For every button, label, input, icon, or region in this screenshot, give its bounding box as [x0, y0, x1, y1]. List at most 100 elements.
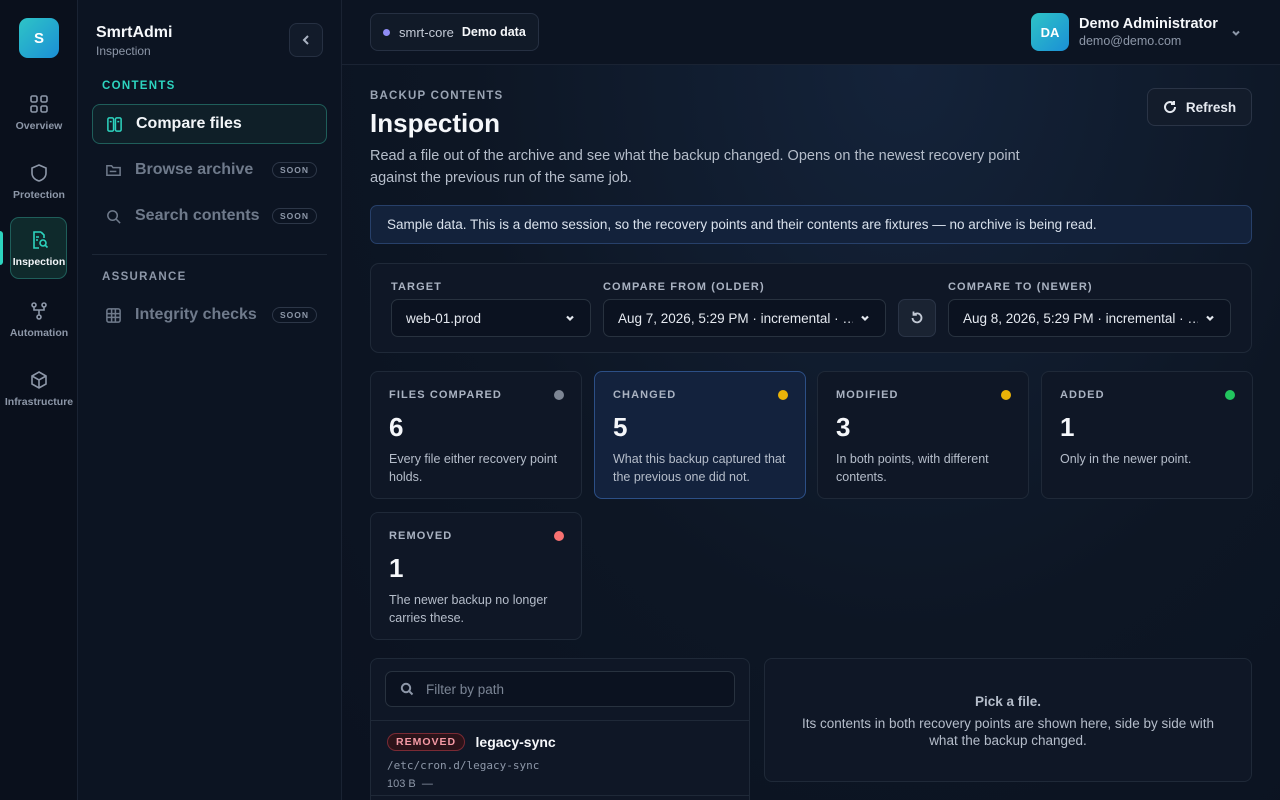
stat-removed[interactable]: REMOVED 1 The newer backup no longer car… — [370, 512, 582, 640]
stat-label: FILES COMPARED — [389, 389, 502, 401]
file-name: legacy-sync — [475, 734, 556, 750]
file-path: /etc/cron.d/legacy-sync — [387, 759, 540, 773]
page-description: Read a file out of the archive and see w… — [370, 148, 1020, 186]
rail-item-label: Inspection — [12, 256, 66, 268]
shield-icon — [31, 164, 47, 182]
status-dot — [1001, 390, 1011, 400]
compare-from-label: COMPARE FROM (OLDER) — [603, 281, 765, 293]
path-filter[interactable] — [385, 671, 735, 707]
detail-title: Pick a file. — [974, 694, 1042, 709]
stat-value: 1 — [389, 553, 404, 583]
workflow-icon — [31, 302, 47, 320]
stat-value: 3 — [836, 412, 851, 442]
compare-to-select[interactable]: Aug 8, 2026, 5:29 PM · incremental · …i — [948, 299, 1231, 337]
nav-item-compare-files[interactable]: Compare files — [92, 104, 327, 144]
brand-subtitle: Inspection — [96, 44, 151, 58]
soon-badge: SOON — [271, 162, 317, 178]
rail-item-label: Protection — [13, 189, 65, 201]
file-size: 103 B — [387, 778, 416, 791]
stat-changed[interactable]: CHANGED 5 What this backup captured that… — [594, 371, 806, 499]
stat-description: The newer backup no longer carries these… — [389, 593, 548, 625]
status-badge: REMOVED — [387, 733, 466, 751]
status-dot — [1225, 390, 1235, 400]
org-name: smrt-core — [399, 24, 454, 40]
main-content: BACKUP CONTENTS Inspection Read a file o… — [342, 65, 1280, 800]
rail-item-infrastructure[interactable]: Infrastructure — [0, 357, 78, 421]
chevron-down-icon — [566, 315, 574, 322]
swap-points-button[interactable] — [898, 299, 936, 337]
file-detail-panel: Pick a file. Its contents in both recove… — [764, 658, 1252, 782]
collapse-sidebar-button[interactable] — [289, 23, 323, 57]
sidebar-divider — [92, 254, 327, 255]
status-dot — [554, 390, 564, 400]
nav-item-label: Compare files — [136, 115, 242, 132]
demo-data-tag: Demo data — [461, 25, 526, 39]
stat-value: 1 — [1060, 412, 1075, 442]
compare-from-value: Aug 7, 2026, 5:29 PM · incremental · …iç — [618, 310, 853, 326]
file-row[interactable] — [371, 795, 749, 800]
rail-item-protection[interactable]: Protection — [0, 150, 78, 214]
compare-filters: TARGET web-01.prod COMPARE FROM (OLDER) … — [370, 263, 1252, 353]
refresh-label: Refresh — [1185, 99, 1237, 115]
target-label: TARGET — [391, 281, 443, 293]
page-eyebrow: BACKUP CONTENTS — [370, 90, 504, 102]
file-size-delta: — — [421, 778, 433, 791]
org-switcher[interactable]: smrt-core Demo data — [370, 13, 539, 51]
topbar: smrt-core Demo data DA Demo Administrato… — [342, 0, 1280, 65]
target-select[interactable]: web-01.prod — [391, 299, 591, 337]
user-email: demo@demo.com — [1079, 34, 1182, 48]
chevron-down-icon — [1232, 30, 1240, 36]
compare-from-select[interactable]: Aug 7, 2026, 5:29 PM · incremental · …iç — [603, 299, 886, 337]
folder-icon — [106, 164, 121, 176]
rail-item-automation[interactable]: Automation — [0, 288, 78, 352]
chevron-down-icon — [861, 315, 869, 322]
status-dot — [778, 390, 788, 400]
nav-item-label: Integrity checks — [135, 306, 257, 323]
stat-label: ADDED — [1060, 389, 1105, 401]
stat-label: CHANGED — [613, 389, 677, 401]
columns-icon — [107, 116, 122, 132]
status-dot — [554, 531, 564, 541]
nav-item-label: Browse archive — [135, 161, 254, 178]
file-search-icon — [33, 231, 49, 249]
avatar: DA — [1031, 13, 1069, 51]
rail-item-overview[interactable]: Overview — [0, 81, 78, 145]
section-label-assurance: ASSURANCE — [102, 271, 187, 283]
stat-label: REMOVED — [389, 530, 453, 542]
sidebar: SmrtAdmi Inspection CONTENTS Compare fil… — [78, 0, 342, 800]
rail-item-label: Infrastructure — [4, 396, 74, 408]
search-icon — [107, 209, 121, 224]
user-menu[interactable]: DA Demo Administrator demo@demo.com — [1031, 13, 1240, 51]
chevron-down-icon — [1206, 315, 1214, 322]
nav-item-label: Search contents — [135, 207, 260, 224]
stat-description: What this backup captured that the previ… — [613, 452, 786, 484]
demo-notice: Sample data. This is a demo session, so … — [370, 205, 1252, 244]
refresh-icon — [1163, 101, 1176, 114]
path-filter-input[interactable] — [426, 681, 706, 697]
file-row[interactable]: REMOVED legacy-sync /etc/cron.d/legacy-s… — [371, 720, 749, 800]
app-logo[interactable]: S — [19, 18, 59, 58]
target-value: web-01.prod — [406, 310, 482, 326]
stat-value: 6 — [389, 412, 404, 442]
nav-item-browse-archive[interactable]: Browse archive SOON — [92, 150, 327, 190]
stat-description: Only in the newer point. — [1060, 452, 1192, 466]
grid-icon — [30, 95, 48, 113]
stat-modified[interactable]: MODIFIED 3 In both points, with differen… — [817, 371, 1029, 499]
file-meta: 103 B — — [387, 778, 735, 790]
compare-to-label: COMPARE TO (NEWER) — [948, 281, 1093, 293]
rail-item-inspection[interactable]: Inspection — [0, 217, 78, 281]
org-status-dot — [383, 28, 390, 36]
stat-files-compared: FILES COMPARED 6 Every file either recov… — [370, 371, 582, 499]
grid-check-icon — [106, 307, 121, 323]
stat-value: 5 — [613, 412, 628, 442]
stat-description: Every file either recovery point holds. — [389, 452, 558, 484]
rail-item-label: Automation — [9, 327, 69, 339]
refresh-button[interactable]: Refresh — [1147, 88, 1252, 126]
nav-item-search-contents[interactable]: Search contents SOON — [92, 196, 327, 236]
nav-item-integrity-checks[interactable]: Integrity checks SOON — [92, 295, 327, 335]
stat-added[interactable]: ADDED 1 Only in the newer point. — [1041, 371, 1253, 499]
brand-name: SmrtAdmi — [96, 24, 173, 41]
page-title: Inspection — [370, 108, 501, 138]
search-icon — [400, 682, 414, 696]
compare-to-value: Aug 8, 2026, 5:29 PM · incremental · …i — [963, 310, 1198, 326]
